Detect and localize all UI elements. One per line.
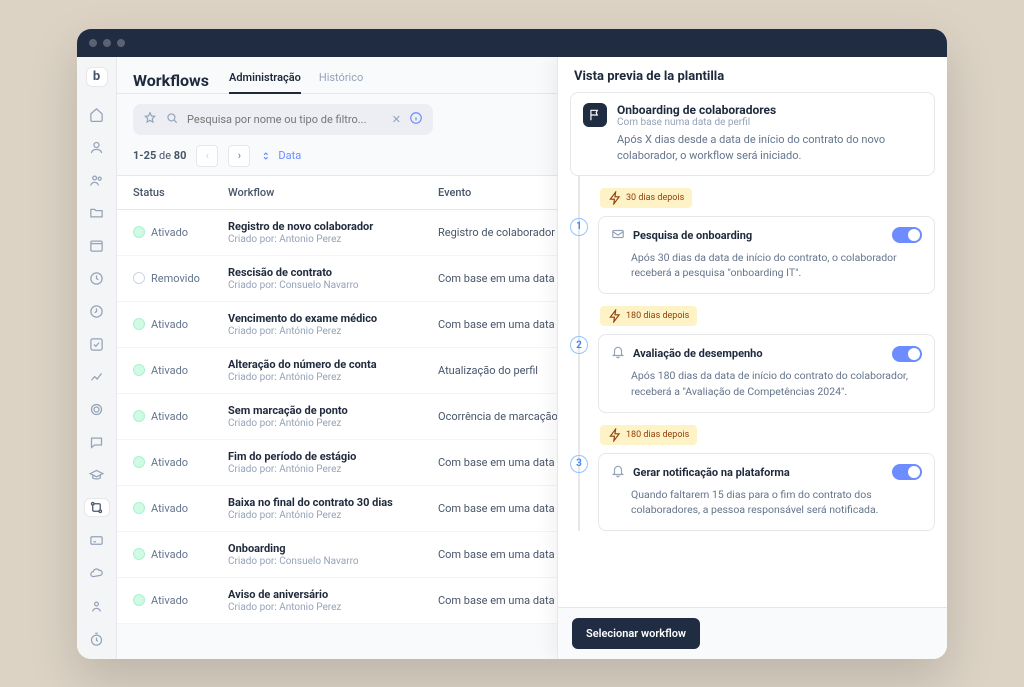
time-icon[interactable]: [84, 630, 110, 649]
info-icon[interactable]: [409, 111, 423, 128]
status-badge: Ativado: [133, 456, 228, 469]
delay-chip: 180 dias depois: [600, 425, 697, 445]
workflow-creator: Criado por: António Perez: [228, 418, 438, 429]
step-number: 3: [570, 455, 588, 473]
delay-chip: 30 dias depois: [600, 188, 692, 208]
page-title: Workflows: [133, 71, 209, 90]
col-workflow: Workflow: [228, 186, 438, 199]
template-preview-panel: Vista previa de la plantilla Onboarding …: [557, 57, 947, 659]
grad-icon[interactable]: [84, 466, 110, 485]
status-badge: Ativado: [133, 410, 228, 423]
workflow-icon[interactable]: [84, 498, 110, 517]
status-badge: Ativado: [133, 548, 228, 561]
workflow-name: Alteração do número de conta: [228, 358, 438, 371]
tab-admin[interactable]: Administração: [229, 67, 301, 94]
status-badge: Ativado: [133, 502, 228, 515]
step-title: Avaliação de desempenho: [633, 347, 884, 360]
check-icon[interactable]: [84, 335, 110, 354]
step-number: 2: [570, 336, 588, 354]
home-icon[interactable]: [84, 105, 110, 124]
card-icon[interactable]: [84, 531, 110, 550]
clock2-icon[interactable]: [84, 302, 110, 321]
step-card: Avaliação de desempenho Após 180 dias da…: [598, 334, 935, 413]
workflow-name: Registro de novo colaborador: [228, 220, 438, 233]
window-dot[interactable]: [89, 39, 97, 47]
team-icon[interactable]: [84, 171, 110, 190]
step-desc: Após 30 dias da data de início do contra…: [631, 250, 922, 282]
step-toggle[interactable]: [892, 346, 922, 362]
workflow-name: Rescisão de contrato: [228, 266, 438, 279]
step-card: Pesquisa de onboarding Após 30 dias da d…: [598, 216, 935, 295]
workflow-creator: Criado por: António Perez: [228, 510, 438, 521]
step-title: Pesquisa de onboarding: [633, 229, 884, 242]
sort-data-link[interactable]: Data: [260, 149, 301, 163]
folder-icon[interactable]: [84, 204, 110, 223]
cloud-icon[interactable]: [84, 564, 110, 583]
workflow-creator: Criado por: Consuelo Navarro: [228, 556, 438, 567]
workflow-creator: Criado por: Antonio Perez: [228, 602, 438, 613]
mail-icon: [611, 227, 625, 244]
select-workflow-button[interactable]: Selecionar workflow: [572, 618, 700, 649]
workflow-creator: Criado por: António Perez: [228, 326, 438, 337]
target-icon[interactable]: [84, 400, 110, 419]
step-desc: Quando faltarem 15 dias para o fim do co…: [631, 487, 922, 519]
step-number: 1: [570, 218, 588, 236]
workflow-name: Baixa no final do contrato 30 dias: [228, 496, 438, 509]
chat-icon[interactable]: [84, 433, 110, 452]
clear-icon[interactable]: ✕: [392, 113, 401, 126]
step-toggle[interactable]: [892, 227, 922, 243]
workflow-creator: Criado por: Antonio Perez: [228, 234, 438, 245]
search-input[interactable]: [187, 113, 384, 126]
step-title: Gerar notificação na plataforma: [633, 466, 884, 479]
star-icon[interactable]: [143, 110, 157, 129]
status-badge: Ativado: [133, 364, 228, 377]
app-logo[interactable]: b: [86, 67, 108, 88]
status-badge: Ativado: [133, 226, 228, 239]
status-badge: Removido: [133, 272, 228, 285]
workflow-creator: Criado por: António Perez: [228, 464, 438, 475]
preview-header-card: Onboarding de colaboradores Com base num…: [570, 92, 935, 176]
tab-history[interactable]: Histórico: [319, 67, 363, 94]
search-icon: [165, 110, 179, 129]
person-icon[interactable]: [84, 597, 110, 616]
titlebar: [77, 29, 947, 57]
workflow-name: Vencimento do exame médico: [228, 312, 438, 325]
page-total: 80: [174, 149, 187, 162]
prev-page-button[interactable]: ‹: [196, 145, 218, 167]
sidebar: b: [77, 57, 117, 659]
window-dot[interactable]: [117, 39, 125, 47]
preview-title: Onboarding de colaboradores: [617, 103, 776, 117]
status-badge: Ativado: [133, 318, 228, 331]
workflow-name: Sem marcação de ponto: [228, 404, 438, 417]
clock-icon[interactable]: [84, 269, 110, 288]
preview-heading: Vista previa de la plantilla: [558, 57, 947, 92]
workflow-creator: Criado por: António Perez: [228, 372, 438, 383]
chart-icon[interactable]: [84, 367, 110, 386]
workflow-creator: Criado por: Consuelo Navarro: [228, 280, 438, 291]
bell-icon: [611, 345, 625, 362]
main-content: Workflows Administração Histórico ✕: [117, 57, 947, 659]
window-dot[interactable]: [103, 39, 111, 47]
step-desc: Após 180 dias da data de início do contr…: [631, 368, 922, 400]
flag-icon: [583, 103, 607, 127]
next-page-button[interactable]: ›: [228, 145, 250, 167]
workflow-name: Aviso de aniversário: [228, 588, 438, 601]
status-badge: Ativado: [133, 594, 228, 607]
delay-chip: 180 dias depois: [600, 306, 697, 326]
app-window: b Workflows: [77, 29, 947, 659]
user-icon[interactable]: [84, 138, 110, 157]
preview-desc: Após X dias desde a data de início do co…: [617, 132, 922, 165]
step-card: Gerar notificação na plataforma Quando f…: [598, 453, 935, 532]
col-status: Status: [133, 186, 228, 199]
page-range: 1-25: [133, 149, 156, 162]
workflow-name: Fim do período de estágio: [228, 450, 438, 463]
search-wrap: ✕: [133, 104, 433, 135]
step-toggle[interactable]: [892, 464, 922, 480]
workflow-name: Onboarding: [228, 542, 438, 555]
preview-subtitle: Com base numa data de perfil: [617, 117, 776, 128]
calendar-icon[interactable]: [84, 236, 110, 255]
bell-icon: [611, 464, 625, 481]
